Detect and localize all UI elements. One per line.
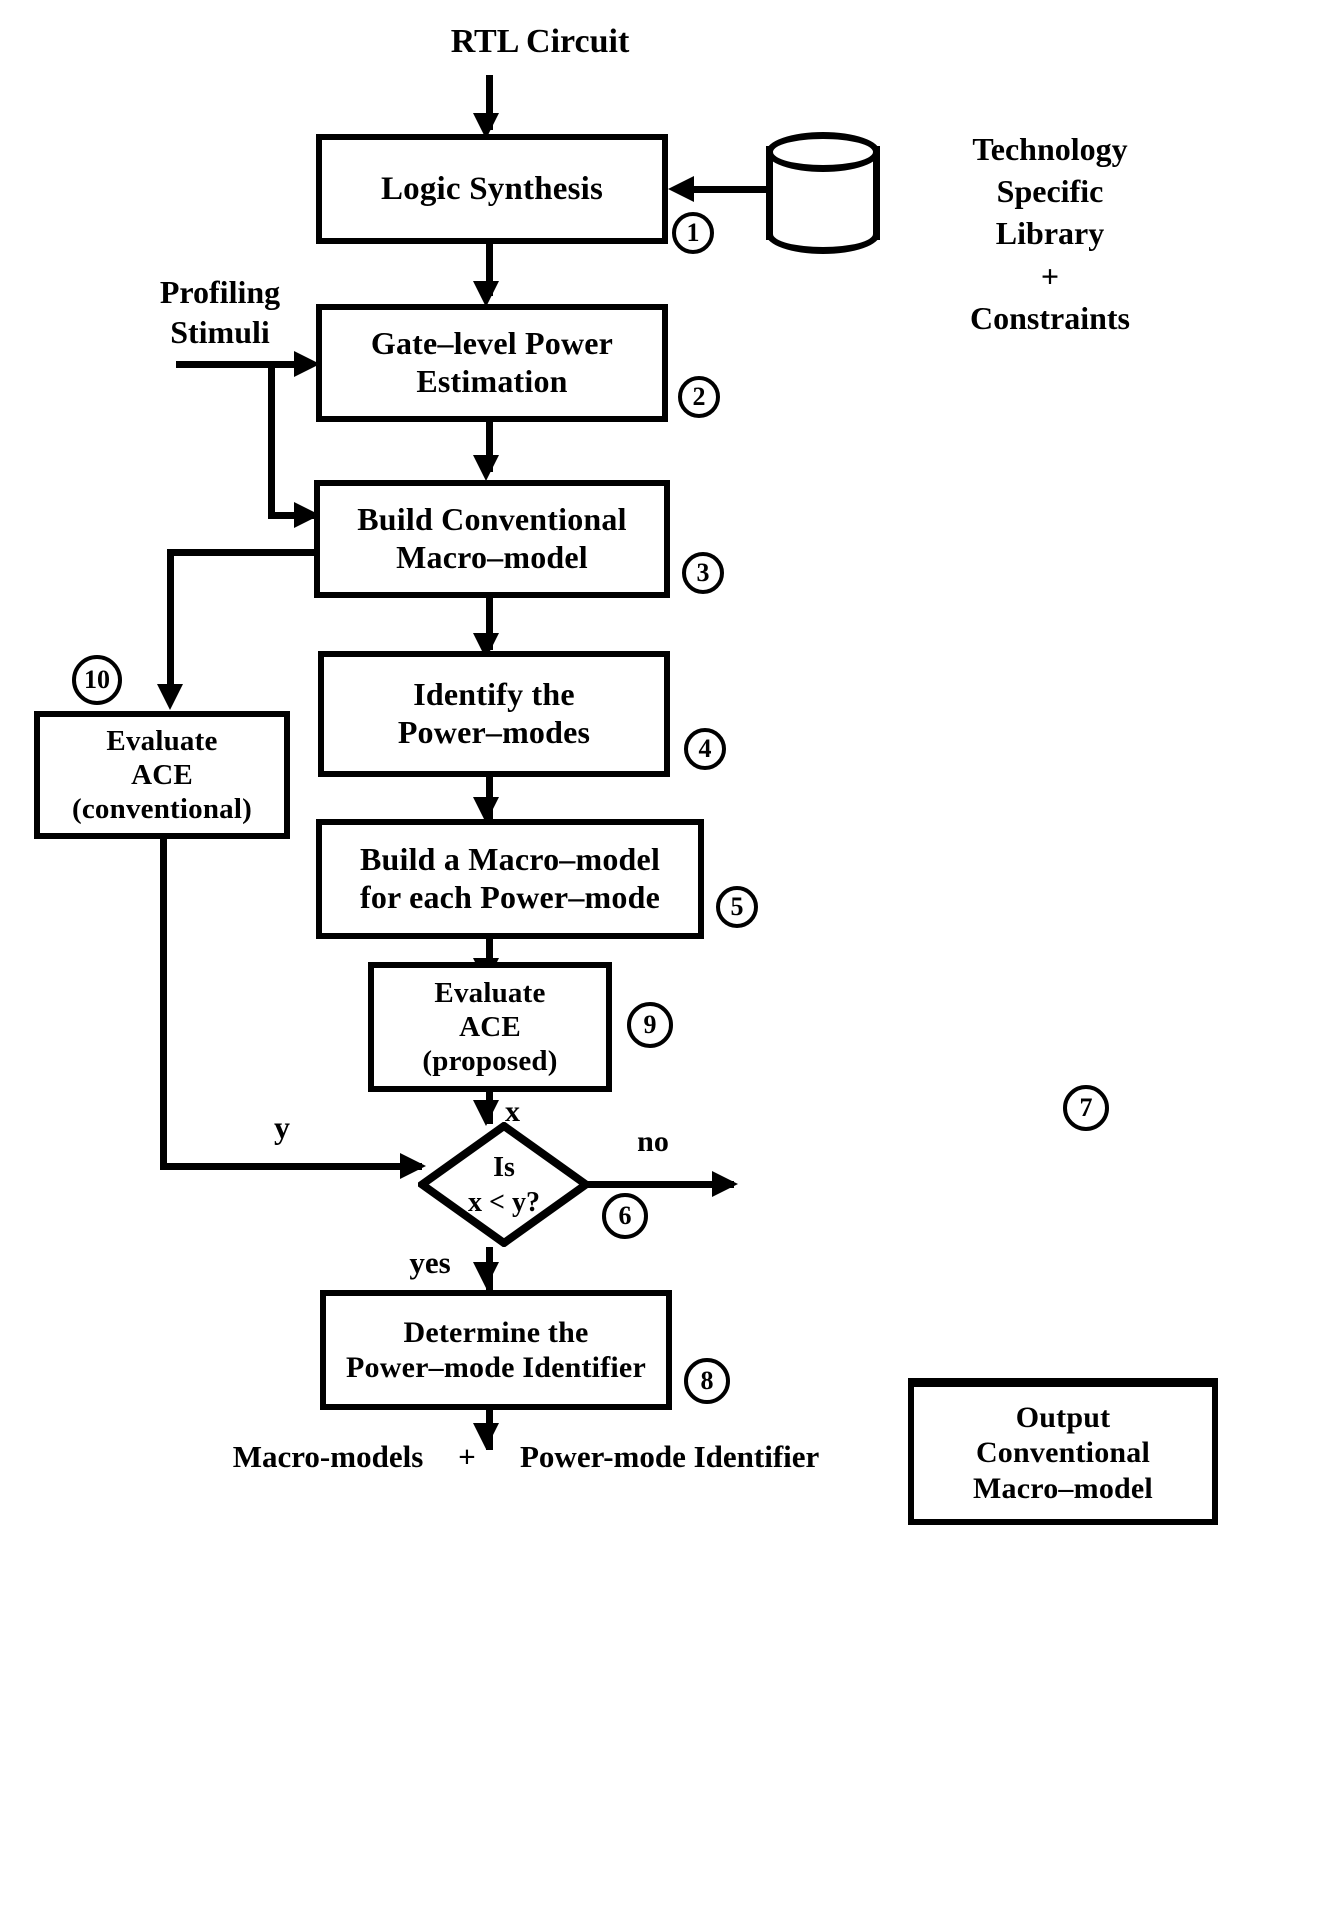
input-label-rtl-circuit: RTL Circuit [450, 23, 630, 60]
connector-build-conventional-to-evaluate-ace-h [167, 549, 319, 556]
label-technology-specific-library: Technology Specific Library + Constraint… [969, 131, 1130, 336]
box-evaluate-ace-proposed[interactable]: Evaluate ACE (proposed) [368, 962, 612, 1092]
step-marker-2: 2 [678, 376, 720, 418]
box-evaluate-ace-conventional[interactable]: Evaluate ACE (conventional) [34, 711, 290, 839]
step-marker-3: 3 [682, 552, 724, 594]
label-profiling-stimuli: Profiling Stimuli [159, 274, 281, 350]
database-cylinder-technology-library [766, 132, 880, 254]
step-marker-5: 5 [716, 886, 758, 928]
connector-build-conventional-to-evaluate-ace-v [167, 549, 174, 695]
edge-label-no: no [637, 1125, 669, 1158]
step-marker-4: 4 [684, 728, 726, 770]
step-marker-1: 1 [672, 212, 714, 254]
arrowhead-library-to-logic-synthesis [668, 176, 694, 202]
flowchart-canvas: RTL Circuit Logic Synthesis 1 Technology… [0, 0, 1341, 1928]
edge-label-yes: yes [409, 1245, 451, 1280]
output-label-power-mode-identifier: Power-mode Identifier [520, 1439, 820, 1474]
connector-evaluate-ace-conventional-down [160, 839, 167, 1169]
connector-profiling-branch-vertical [268, 361, 275, 519]
box-gate-level-power-estimation[interactable]: Gate–level Power Estimation [316, 304, 668, 422]
output-label-plus: + [458, 1439, 476, 1474]
box-identify-power-modes[interactable]: Identify the Power–modes [318, 651, 670, 777]
decision-is-x-less-than-y[interactable]: Is x < y? [418, 1122, 590, 1247]
output-label-macro-models: Macro-models [232, 1439, 424, 1474]
box-logic-synthesis[interactable]: Logic Synthesis [316, 134, 668, 244]
box-7-output[interactable]: Output Conventional Macro–model [908, 1381, 1218, 1525]
box-build-macro-model-per-power-mode[interactable]: Build a Macro–model for each Power–mode [316, 819, 704, 939]
step-marker-6: 6 [602, 1193, 648, 1239]
arrowhead-gate-power-to-build-conventional [473, 455, 499, 481]
connector-library-to-logic-synthesis [690, 186, 778, 193]
step-marker-9: 9 [627, 1002, 673, 1048]
cylinder-top [766, 132, 880, 172]
step-marker-8: 8 [684, 1358, 730, 1404]
box-build-conventional-macro-model[interactable]: Build Conventional Macro–model [314, 480, 670, 598]
edge-label-y: y [274, 1109, 290, 1145]
step-marker-7: 7 [1063, 1085, 1109, 1131]
arrowhead-yes-to-determine [473, 1262, 499, 1288]
decision-label: Is x < y? [468, 1151, 540, 1218]
arrowhead-no-to-output [712, 1171, 738, 1197]
step-marker-10: 10 [72, 655, 122, 705]
connector-y-to-decision [160, 1163, 422, 1170]
arrowhead-build-conventional-to-evaluate-ace [157, 684, 183, 710]
box-determine-power-mode-identifier[interactable]: Determine the Power–mode Identifier [320, 1290, 672, 1410]
connector-profiling-stimuli-main [176, 361, 306, 368]
